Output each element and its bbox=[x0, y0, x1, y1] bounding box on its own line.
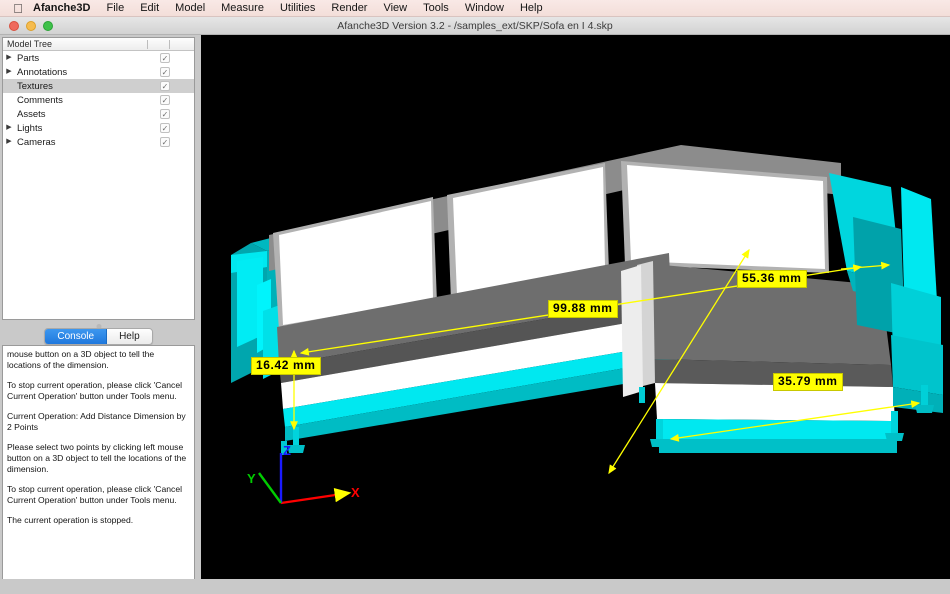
tree-item-label: Annotations bbox=[15, 67, 67, 78]
menu-item-utilities[interactable]: Utilities bbox=[272, 0, 323, 17]
model-tree-header: Model Tree bbox=[3, 38, 194, 51]
console-message: To stop current operation, please click … bbox=[7, 484, 190, 506]
window-title: Afanche3D Version 3.2 - /samples_ext/SKP… bbox=[0, 17, 950, 35]
menu-item-tools[interactable]: Tools bbox=[415, 0, 457, 17]
3d-viewport[interactable]: X Z Y 99.88 mm 55.36 mm 16.42 mm 35.79 m… bbox=[201, 35, 950, 579]
tree-item-cameras[interactable]: ▶ Cameras ✓ bbox=[3, 135, 194, 149]
chevron-right-icon[interactable]: ▶ bbox=[3, 121, 15, 135]
left-panel: Model Tree ▶ Parts ✓ ▶ Annotations ✓ ▶ T bbox=[0, 35, 200, 594]
visibility-checkbox[interactable]: ✓ bbox=[160, 95, 170, 105]
tree-item-textures[interactable]: ▶ Textures ✓ bbox=[3, 79, 194, 93]
axis-label-y: Y bbox=[247, 471, 256, 486]
chaise-width-dimension-label[interactable]: 35.79 mm bbox=[773, 373, 843, 391]
menu-item-file[interactable]: File bbox=[98, 0, 132, 17]
model-tree-rows: ▶ Parts ✓ ▶ Annotations ✓ ▶ Textures ✓ ▶… bbox=[3, 51, 194, 149]
model-tree-panel: Model Tree ▶ Parts ✓ ▶ Annotations ✓ ▶ T bbox=[2, 37, 195, 320]
visibility-checkbox[interactable]: ✓ bbox=[160, 53, 170, 63]
tab-help[interactable]: Help bbox=[107, 329, 152, 344]
apple-icon[interactable]:  bbox=[12, 2, 24, 15]
menu-item-help[interactable]: Help bbox=[512, 0, 551, 17]
menu-item-edit[interactable]: Edit bbox=[132, 0, 167, 17]
tree-item-label: Assets bbox=[15, 109, 46, 120]
chevron-right-icon[interactable]: ▶ bbox=[3, 135, 15, 149]
chaise-seat-base-cyan-dark bbox=[659, 439, 897, 453]
visibility-checkbox[interactable]: ✓ bbox=[160, 81, 170, 91]
tree-item-label: Parts bbox=[15, 53, 39, 64]
menu-item-view[interactable]: View bbox=[375, 0, 415, 17]
menu-item-model[interactable]: Model bbox=[167, 0, 213, 17]
traffic-lights bbox=[9, 21, 53, 31]
menu-item-window[interactable]: Window bbox=[457, 0, 512, 17]
tree-item-annotations[interactable]: ▶ Annotations ✓ bbox=[3, 65, 194, 79]
chaise-depth-dimension-label[interactable]: 55.36 mm bbox=[737, 270, 807, 288]
arm-height-dimension-label[interactable]: 16.42 mm bbox=[251, 357, 321, 375]
console-message: To stop current operation, please click … bbox=[7, 380, 190, 402]
chevron-right-icon[interactable]: ▶ bbox=[3, 65, 15, 79]
seat-width-dimension-label[interactable]: 99.88 mm bbox=[548, 300, 618, 318]
console-message: mouse button on a 3D object to tell the … bbox=[7, 349, 190, 371]
tree-item-lights[interactable]: ▶ Lights ✓ bbox=[3, 121, 194, 135]
tree-item-assets[interactable]: ▶ Assets ✓ bbox=[3, 107, 194, 121]
tree-item-comments[interactable]: ▶ Comments ✓ bbox=[3, 93, 194, 107]
console-message: Current Operation: Add Distance Dimensio… bbox=[7, 411, 190, 433]
console-tab-bar: Console Help bbox=[2, 327, 195, 345]
console-message: The current operation is stopped. bbox=[7, 515, 190, 526]
column-separator-1[interactable] bbox=[147, 40, 148, 49]
visibility-checkbox[interactable]: ✓ bbox=[160, 109, 170, 119]
visibility-checkbox[interactable]: ✓ bbox=[160, 123, 170, 133]
axis-label-x: X bbox=[351, 485, 360, 500]
model-tree-header-label: Model Tree bbox=[7, 39, 52, 49]
visibility-checkbox[interactable]: ✓ bbox=[160, 137, 170, 147]
chevron-right-icon[interactable]: ▶ bbox=[3, 51, 15, 65]
tree-item-label: Comments bbox=[15, 95, 63, 106]
axis-gizmo: X Z Y bbox=[247, 443, 360, 503]
column-separator-2[interactable] bbox=[169, 40, 170, 49]
tree-item-parts[interactable]: ▶ Parts ✓ bbox=[3, 51, 194, 65]
right-arm-lower bbox=[891, 335, 943, 395]
window-title-bar: Afanche3D Version 3.2 - /samples_ext/SKP… bbox=[0, 17, 950, 35]
menu-item-afanche3d[interactable]: Afanche3D bbox=[33, 0, 98, 17]
menu-item-render[interactable]: Render bbox=[323, 0, 375, 17]
close-icon[interactable] bbox=[9, 21, 19, 31]
menu-item-measure[interactable]: Measure bbox=[213, 0, 272, 17]
menu-bar:  Afanche3D File Edit Model Measure Util… bbox=[0, 0, 950, 17]
axis-label-z: Z bbox=[283, 443, 291, 458]
console-message: Please select two points by clicking lef… bbox=[7, 442, 190, 475]
minimize-icon[interactable] bbox=[26, 21, 36, 31]
visibility-checkbox[interactable]: ✓ bbox=[160, 67, 170, 77]
tree-item-label: Cameras bbox=[15, 137, 56, 148]
tree-item-label: Textures bbox=[15, 81, 53, 92]
back-cushion-3 bbox=[627, 165, 825, 269]
tab-console[interactable]: Console bbox=[45, 329, 107, 344]
bottom-bar bbox=[0, 579, 950, 594]
application-window:  Afanche3D File Edit Model Measure Util… bbox=[0, 0, 950, 594]
console-log[interactable]: mouse button on a 3D object to tell the … bbox=[2, 345, 195, 594]
maximize-icon[interactable] bbox=[43, 21, 53, 31]
chaise-left-face bbox=[621, 265, 643, 397]
tree-item-label: Lights bbox=[15, 123, 42, 134]
